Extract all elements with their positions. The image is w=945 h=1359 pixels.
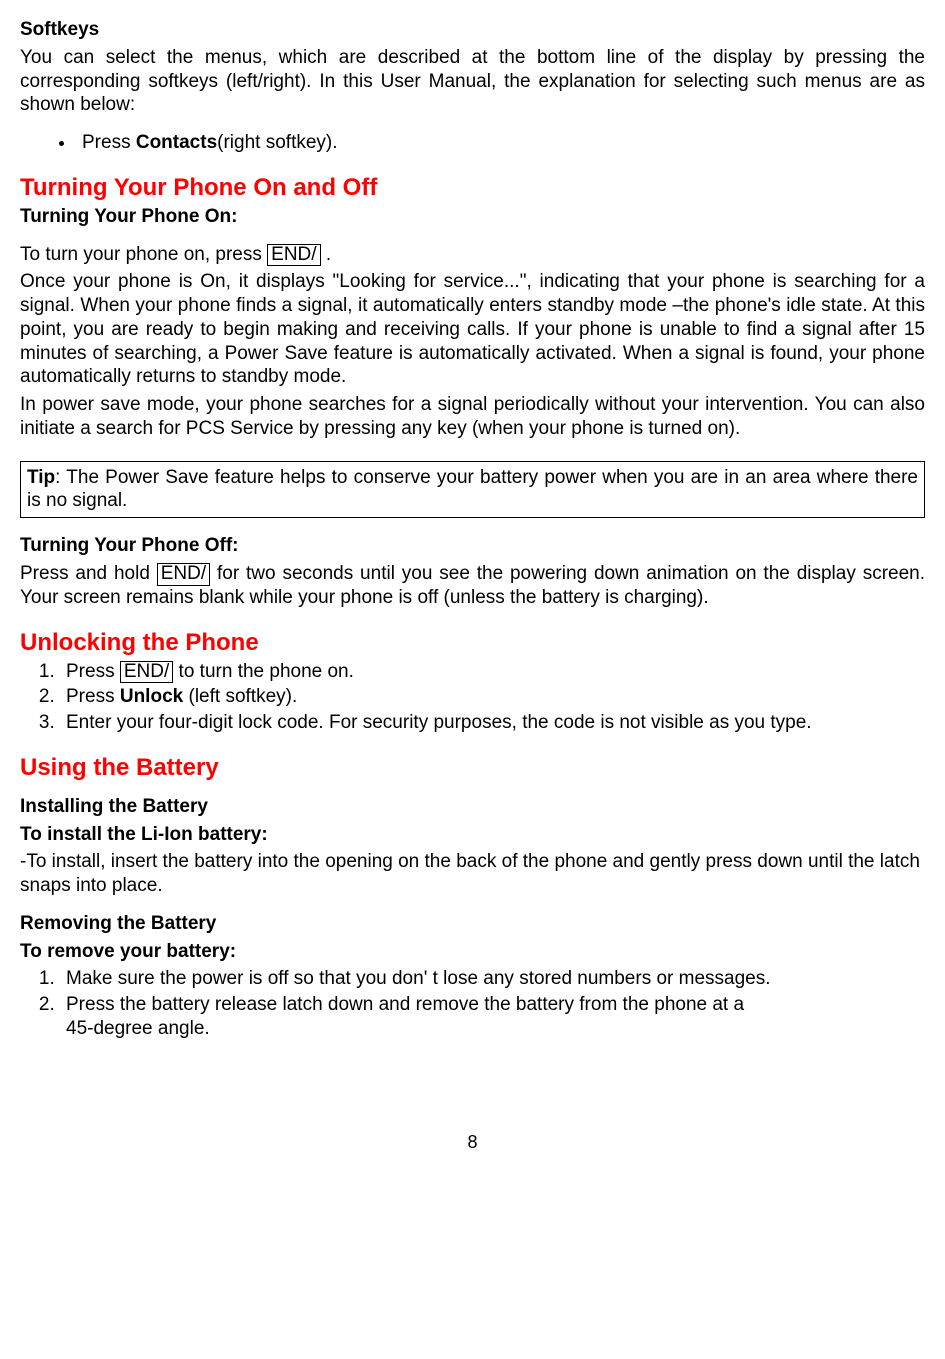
- remove-step2a: Press the battery release latch down and…: [66, 994, 744, 1015]
- unlock-step1-pre: Press: [66, 661, 120, 682]
- turning-on-para2: Once your phone is On, it displays "Look…: [20, 270, 925, 389]
- remove-step-1: Make sure the power is off so that you d…: [60, 967, 925, 991]
- softkeys-paragraph: You can select the menus, which are desc…: [20, 46, 925, 117]
- end-key-icon: END/: [120, 661, 173, 684]
- tip-box: Tip: The Power Save feature helps to con…: [20, 461, 925, 519]
- tip-body: : The Power Save feature helps to conser…: [27, 467, 918, 512]
- turning-off-heading: Turning Your Phone Off:: [20, 534, 925, 558]
- tip-label: Tip: [27, 467, 55, 488]
- softkeys-bullet-bold: Contacts: [136, 132, 217, 153]
- install-battery-h2: To install the Li-Ion battery:: [20, 823, 925, 847]
- unlock-step1-post: to turn the phone on.: [173, 661, 354, 682]
- remove-step-2: Press the battery release latch down and…: [60, 993, 925, 1041]
- turning-off-body: Press and hold END/ for two seconds unti…: [20, 562, 925, 610]
- turning-off-pre: Press and hold: [20, 563, 157, 584]
- install-battery-h1: Installing the Battery: [20, 795, 925, 819]
- end-key-icon: END/: [267, 244, 320, 267]
- unlock-step2-pre: Press: [66, 686, 120, 707]
- softkeys-heading: Softkeys: [20, 18, 925, 42]
- section-battery-heading: Using the Battery: [20, 753, 925, 783]
- turning-on-post: .: [321, 244, 332, 265]
- turning-on-para3: In power save mode, your phone searches …: [20, 393, 925, 441]
- unlock-step-3: Enter your four-digit lock code. For sec…: [60, 711, 925, 735]
- softkeys-bullet-post: (right softkey).: [217, 132, 337, 153]
- section-unlock-heading: Unlocking the Phone: [20, 628, 925, 658]
- softkeys-bullet: Press Contacts(right softkey).: [76, 131, 925, 155]
- remove-step2b: 45-degree angle.: [66, 1018, 210, 1039]
- turning-on-line1: To turn your phone on, press END/ .: [20, 243, 925, 267]
- turning-on-pre: To turn your phone on, press: [20, 244, 267, 265]
- unlock-step2-post: (left softkey).: [183, 686, 297, 707]
- end-key-icon: END/: [157, 563, 210, 586]
- install-battery-body: -To install, insert the battery into the…: [20, 850, 925, 898]
- unlock-step-2: Press Unlock (left softkey).: [60, 685, 925, 709]
- turning-on-heading: Turning Your Phone On:: [20, 205, 925, 229]
- section-turning-heading: Turning Your Phone On and Off: [20, 173, 925, 203]
- remove-battery-h1: Removing the Battery: [20, 912, 925, 936]
- page-number: 8: [20, 1131, 925, 1154]
- unlock-step2-bold: Unlock: [120, 686, 183, 707]
- remove-battery-h2: To remove your battery:: [20, 940, 925, 964]
- softkeys-bullet-pre: Press: [82, 132, 136, 153]
- unlock-step-1: Press END/ to turn the phone on.: [60, 660, 925, 684]
